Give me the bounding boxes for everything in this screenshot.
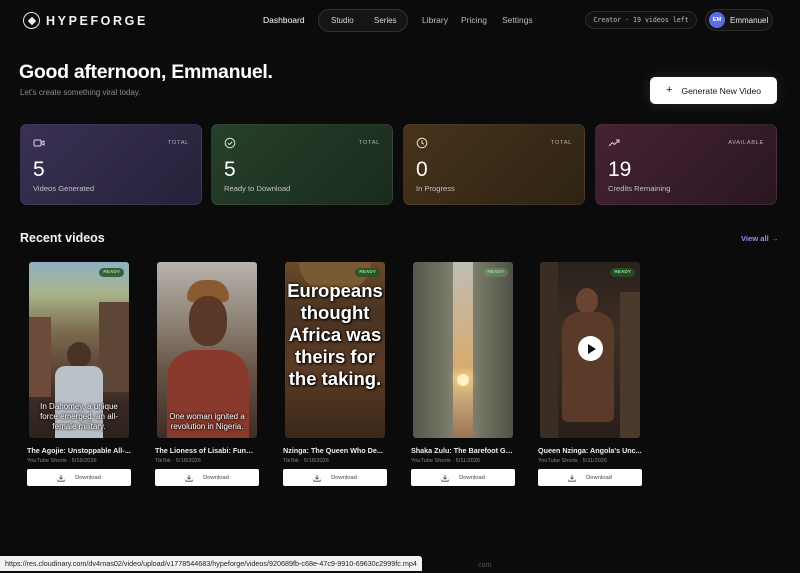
stat-value: 5 <box>33 158 45 181</box>
nav-studio[interactable]: Studio <box>331 16 354 25</box>
video-meta: TikTok · 5/16/2026 <box>155 458 201 464</box>
sunset-strip-shape <box>453 262 473 438</box>
stat-tag: TOTAL <box>358 140 380 146</box>
face-shape <box>189 296 227 346</box>
stat-card-in-progress: TOTAL 0 In Progress <box>403 124 585 205</box>
plus-icon: + <box>665 84 673 96</box>
trending-up-icon <box>608 139 620 147</box>
download-button[interactable]: Download <box>155 469 259 486</box>
download-button[interactable]: Download <box>538 469 642 486</box>
figure-body-shape <box>562 312 614 422</box>
stat-tag: AVAILABLE <box>728 140 764 146</box>
stat-label: In Progress <box>416 184 455 193</box>
download-label: Download <box>203 474 229 481</box>
stat-label: Ready to Download <box>224 184 291 193</box>
page-subtitle: Let's create something viral today. <box>20 88 141 97</box>
plan-badge: Creator · 19 videos left <box>585 11 697 29</box>
nav-series[interactable]: Series <box>374 16 397 25</box>
video-title: The Agojie: Unstoppable All-... <box>27 446 131 455</box>
view-all-link[interactable]: View all → <box>741 234 778 243</box>
clock-icon <box>416 137 428 149</box>
download-label: Download <box>586 474 612 481</box>
download-label: Download <box>331 474 357 481</box>
doorway-shape <box>620 292 640 438</box>
video-caption: Europeans thought Africa was theirs for … <box>287 280 383 389</box>
video-title: Shaka Zulu: The Barefoot Ge... <box>411 446 515 455</box>
stat-tag: TOTAL <box>167 140 189 146</box>
play-icon <box>587 343 596 354</box>
nav-dashboard[interactable]: Dashboard <box>263 15 305 25</box>
video-card[interactable]: READY Shaka Zulu: The Barefoot Ge... You… <box>411 262 515 486</box>
diamond-in-circle-icon <box>23 12 40 29</box>
video-thumbnail[interactable]: READY <box>413 262 513 438</box>
download-icon <box>57 474 65 482</box>
stat-tag: TOTAL <box>550 140 572 146</box>
video-thumbnail[interactable]: READY <box>540 262 640 438</box>
video-camera-icon <box>33 139 45 147</box>
ready-badge: READY <box>355 268 380 277</box>
stat-value: 5 <box>224 158 236 181</box>
generate-video-button[interactable]: + Generate New Video <box>650 77 777 104</box>
ready-badge: READY <box>99 268 124 277</box>
stat-card-videos-generated: TOTAL 5 Videos Generated <box>20 124 202 205</box>
video-caption: One woman ignited a revolution in Nigeri… <box>169 412 245 431</box>
video-card[interactable]: READY Queen Nzinga: Angola's Unc... YouT… <box>538 262 642 486</box>
video-thumbnail[interactable]: One woman ignited a revolution in Nigeri… <box>157 262 257 438</box>
page-title: Good afternoon, Emmanuel. <box>19 61 273 83</box>
figure-head-shape <box>67 342 91 368</box>
stat-label: Videos Generated <box>33 184 95 193</box>
video-title: Queen Nzinga: Angola's Unc... <box>538 446 642 455</box>
download-icon <box>568 474 576 482</box>
market-stall-shape <box>29 317 51 397</box>
video-card[interactable]: One woman ignited a revolution in Nigeri… <box>155 262 259 486</box>
download-label: Download <box>459 474 485 481</box>
figure-head-shape <box>576 288 598 314</box>
section-title-recent: Recent videos <box>20 231 105 245</box>
download-icon <box>313 474 321 482</box>
download-icon <box>185 474 193 482</box>
avatar: EM <box>709 12 725 28</box>
doorway-shape <box>540 262 558 438</box>
video-thumbnail[interactable]: READY In Dahomey, a unique force emerged… <box>29 262 129 438</box>
video-card[interactable]: READY Europeans thought Africa was their… <box>283 262 387 486</box>
video-meta: YouTube Shorts · 5/11/2026 <box>538 458 608 464</box>
ready-badge: READY <box>610 268 635 277</box>
nav-settings[interactable]: Settings <box>502 15 533 25</box>
status-bar-url: https://res.cloudinary.com/dv4rnas02/vid… <box>0 556 422 571</box>
nav-pricing[interactable]: Pricing <box>461 15 487 25</box>
stat-label: Credits Remaining <box>608 184 671 193</box>
user-name: Emmanuel <box>730 15 769 25</box>
top-nav: HYPEFORGE Dashboard Studio Series Librar… <box>0 0 800 42</box>
market-stall-shape <box>99 302 129 392</box>
nav-library[interactable]: Library <box>422 15 448 25</box>
video-card[interactable]: READY In Dahomey, a unique force emerged… <box>27 262 131 486</box>
video-title: Nzinga: The Queen Who De... <box>283 446 383 455</box>
play-button[interactable] <box>578 336 603 361</box>
download-label: Download <box>75 474 101 481</box>
video-meta: TikTok · 5/16/2026 <box>283 458 329 464</box>
stat-value: 0 <box>416 158 428 181</box>
ready-badge: READY <box>483 268 508 277</box>
video-title: The Lioness of Lisabi: Funmi... <box>155 446 259 455</box>
download-button[interactable]: Download <box>411 469 515 486</box>
download-icon <box>441 474 449 482</box>
stat-card-ready: TOTAL 5 Ready to Download <box>211 124 393 205</box>
stat-card-credits: AVAILABLE 19 Credits Remaining <box>595 124 777 205</box>
brand-name: HYPEFORGE <box>46 13 148 28</box>
user-menu[interactable]: EM Emmanuel <box>705 9 773 31</box>
check-circle-icon <box>224 137 236 149</box>
download-button[interactable]: Download <box>27 469 131 486</box>
brand-logo[interactable]: HYPEFORGE <box>23 12 148 29</box>
nav-pill-group: Studio Series <box>318 9 408 32</box>
video-caption: In Dahomey, a unique force emerged, an a… <box>40 402 118 431</box>
status-bar-tail: com <box>478 560 492 569</box>
sun-shape <box>457 374 469 386</box>
video-meta: YouTube Shorts · 5/11/2026 <box>411 458 481 464</box>
stat-value: 19 <box>608 158 632 181</box>
download-button[interactable]: Download <box>283 469 387 486</box>
generate-video-label: Generate New Video <box>681 85 762 96</box>
video-meta: YouTube Shorts · 5/16/2026 <box>27 458 97 464</box>
video-thumbnail[interactable]: READY Europeans thought Africa was their… <box>285 262 385 438</box>
